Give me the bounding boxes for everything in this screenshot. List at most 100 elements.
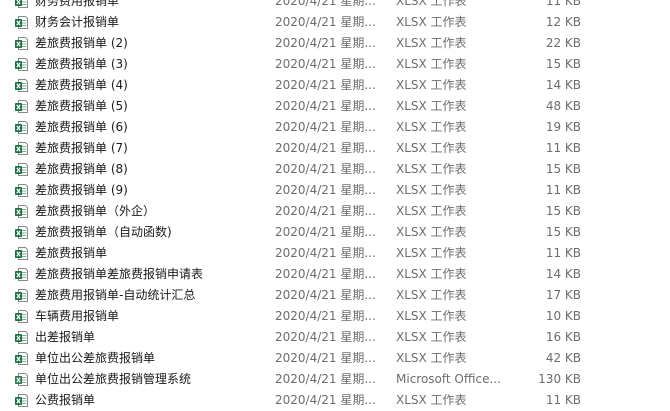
file-row[interactable]: 差旅费报销单 (2) 2020/4/21 星期... XLSX 工作表 22 KB <box>0 33 670 54</box>
file-row[interactable]: 出差报销单 2020/4/21 星期... XLSX 工作表 16 KB <box>0 327 670 348</box>
file-name[interactable]: 车辆费用报销单 <box>35 309 119 324</box>
file-row[interactable]: 差旅费报销单差旅费报销申请表 2020/4/21 星期... XLSX 工作表 14 … <box>0 264 670 285</box>
file-date-modified: 2020/4/21 星期... <box>275 204 376 218</box>
file-name[interactable]: 单位出公差旅费报销单 <box>35 351 155 366</box>
file-type: XLSX 工作表 <box>396 99 467 113</box>
file-type: XLSX 工作表 <box>396 141 467 155</box>
file-row[interactable]: 差旅费报销单（自动函数) 2020/4/21 星期... XLSX 工作表 15 KB <box>0 222 670 243</box>
file-date-modified: 2020/4/21 星期... <box>275 267 376 281</box>
file-date-modified: 2020/4/21 星期... <box>275 57 376 71</box>
file-row[interactable]: 财务费用报销单 2020/4/21 星期... XLSX 工作表 11 KB <box>0 0 670 12</box>
file-size: 15 KB <box>545 204 581 218</box>
file-size: 10 KB <box>545 309 581 323</box>
file-name[interactable]: 单位出公差旅费报销管理系统 <box>35 372 191 387</box>
file-type: XLSX 工作表 <box>396 183 467 197</box>
excel-file-icon <box>14 78 29 93</box>
excel-macro-file-icon <box>14 372 29 387</box>
excel-file-icon <box>14 330 29 345</box>
file-name[interactable]: 财务费用报销单 <box>35 0 119 9</box>
file-size: 11 KB <box>545 0 581 8</box>
file-name[interactable]: 差旅费报销单 (6) <box>35 120 128 135</box>
file-name[interactable]: 出差报销单 <box>35 330 95 345</box>
file-type: XLSX 工作表 <box>396 78 467 92</box>
file-row[interactable]: 单位出公差旅费报销管理系统 2020/4/21 星期... Microsoft Of… <box>0 369 670 390</box>
file-row[interactable]: 差旅费报销单 (6) 2020/4/21 星期... XLSX 工作表 19 KB <box>0 117 670 138</box>
file-type: XLSX 工作表 <box>396 267 467 281</box>
excel-file-icon <box>14 225 29 240</box>
file-name[interactable]: 差旅费报销单 (8) <box>35 162 128 177</box>
file-size: 14 KB <box>545 267 581 281</box>
file-row[interactable]: 差旅费报销单 (9) 2020/4/21 星期... XLSX 工作表 11 KB <box>0 180 670 201</box>
excel-file-icon <box>14 162 29 177</box>
file-row[interactable]: 差旅费用报销单-自动统计汇总 2020/4/21 星期... XLSX 工作表 17 … <box>0 285 670 306</box>
file-date-modified: 2020/4/21 星期... <box>275 36 376 50</box>
file-size: 14 KB <box>545 78 581 92</box>
file-type: XLSX 工作表 <box>396 36 467 50</box>
file-row[interactable]: 差旅费报销单 (7) 2020/4/21 星期... XLSX 工作表 11 KB <box>0 138 670 159</box>
file-type: XLSX 工作表 <box>396 309 467 323</box>
file-row[interactable]: 单位出公差旅费报销单 2020/4/21 星期... XLSX 工作表 42 KB <box>0 348 670 369</box>
file-name[interactable]: 差旅费报销单（外企） <box>35 204 155 219</box>
excel-file-icon <box>14 36 29 51</box>
file-row[interactable]: 差旅费报销单 (4) 2020/4/21 星期... XLSX 工作表 14 KB <box>0 75 670 96</box>
file-size: 17 KB <box>545 288 581 302</box>
file-date-modified: 2020/4/21 星期... <box>275 0 376 8</box>
file-date-modified: 2020/4/21 星期... <box>275 183 376 197</box>
file-name[interactable]: 差旅费报销单 (5) <box>35 99 128 114</box>
file-size: 15 KB <box>545 57 581 71</box>
file-type: XLSX 工作表 <box>396 0 467 8</box>
file-type: XLSX 工作表 <box>396 225 467 239</box>
file-type: XLSX 工作表 <box>396 120 467 134</box>
file-date-modified: 2020/4/21 星期... <box>275 162 376 176</box>
file-row[interactable]: 差旅费报销单 2020/4/21 星期... XLSX 工作表 11 KB <box>0 243 670 264</box>
file-size: 48 KB <box>545 99 581 113</box>
file-date-modified: 2020/4/21 星期... <box>275 246 376 260</box>
file-row[interactable]: 公费报销单 2020/4/21 星期... XLSX 工作表 11 KB <box>0 390 670 411</box>
excel-file-icon <box>14 204 29 219</box>
file-name[interactable]: 差旅费用报销单-自动统计汇总 <box>35 288 195 303</box>
file-date-modified: 2020/4/21 星期... <box>275 351 376 365</box>
file-date-modified: 2020/4/21 星期... <box>275 120 376 134</box>
file-date-modified: 2020/4/21 星期... <box>275 15 376 29</box>
excel-file-icon <box>14 267 29 282</box>
file-name[interactable]: 差旅费报销单 (4) <box>35 78 128 93</box>
file-date-modified: 2020/4/21 星期... <box>275 372 376 386</box>
file-row[interactable]: 差旅费报销单（外企） 2020/4/21 星期... XLSX 工作表 15 KB <box>0 201 670 222</box>
file-type: Microsoft Office... <box>396 372 501 386</box>
file-type: XLSX 工作表 <box>396 162 467 176</box>
file-type: XLSX 工作表 <box>396 351 467 365</box>
file-row[interactable]: 差旅费报销单 (5) 2020/4/21 星期... XLSX 工作表 48 KB <box>0 96 670 117</box>
file-size: 130 KB <box>538 372 581 386</box>
excel-file-icon <box>14 99 29 114</box>
file-list: 财务费用报销单 2020/4/21 星期... XLSX 工作表 11 KB 财务会计报… <box>0 0 670 411</box>
file-size: 42 KB <box>545 351 581 365</box>
file-name[interactable]: 差旅费报销单 (2) <box>35 36 128 51</box>
file-name[interactable]: 差旅费报销单 <box>35 246 107 261</box>
file-size: 11 KB <box>545 141 581 155</box>
file-name[interactable]: 差旅费报销单 (3) <box>35 57 128 72</box>
file-date-modified: 2020/4/21 星期... <box>275 309 376 323</box>
file-size: 15 KB <box>545 162 581 176</box>
excel-file-icon <box>14 246 29 261</box>
file-name[interactable]: 财务会计报销单 <box>35 15 119 30</box>
excel-file-icon <box>14 141 29 156</box>
file-name[interactable]: 差旅费报销单差旅费报销申请表 <box>35 267 203 282</box>
file-name[interactable]: 差旅费报销单 (9) <box>35 183 128 198</box>
file-date-modified: 2020/4/21 星期... <box>275 225 376 239</box>
excel-file-icon <box>14 309 29 324</box>
file-size: 16 KB <box>545 330 581 344</box>
file-row[interactable]: 差旅费报销单 (3) 2020/4/21 星期... XLSX 工作表 15 KB <box>0 54 670 75</box>
file-row[interactable]: 财务会计报销单 2020/4/21 星期... XLSX 工作表 12 KB <box>0 12 670 33</box>
file-name[interactable]: 差旅费报销单 (7) <box>35 141 128 156</box>
file-date-modified: 2020/4/21 星期... <box>275 330 376 344</box>
file-size: 12 KB <box>545 15 581 29</box>
excel-file-icon <box>14 15 29 30</box>
file-row[interactable]: 车辆费用报销单 2020/4/21 星期... XLSX 工作表 10 KB <box>0 306 670 327</box>
file-row[interactable]: 差旅费报销单 (8) 2020/4/21 星期... XLSX 工作表 15 KB <box>0 159 670 180</box>
file-size: 11 KB <box>545 246 581 260</box>
file-size: 22 KB <box>545 36 581 50</box>
excel-file-icon <box>14 288 29 303</box>
file-name[interactable]: 差旅费报销单（自动函数) <box>35 225 172 240</box>
file-date-modified: 2020/4/21 星期... <box>275 141 376 155</box>
file-size: 15 KB <box>545 225 581 239</box>
